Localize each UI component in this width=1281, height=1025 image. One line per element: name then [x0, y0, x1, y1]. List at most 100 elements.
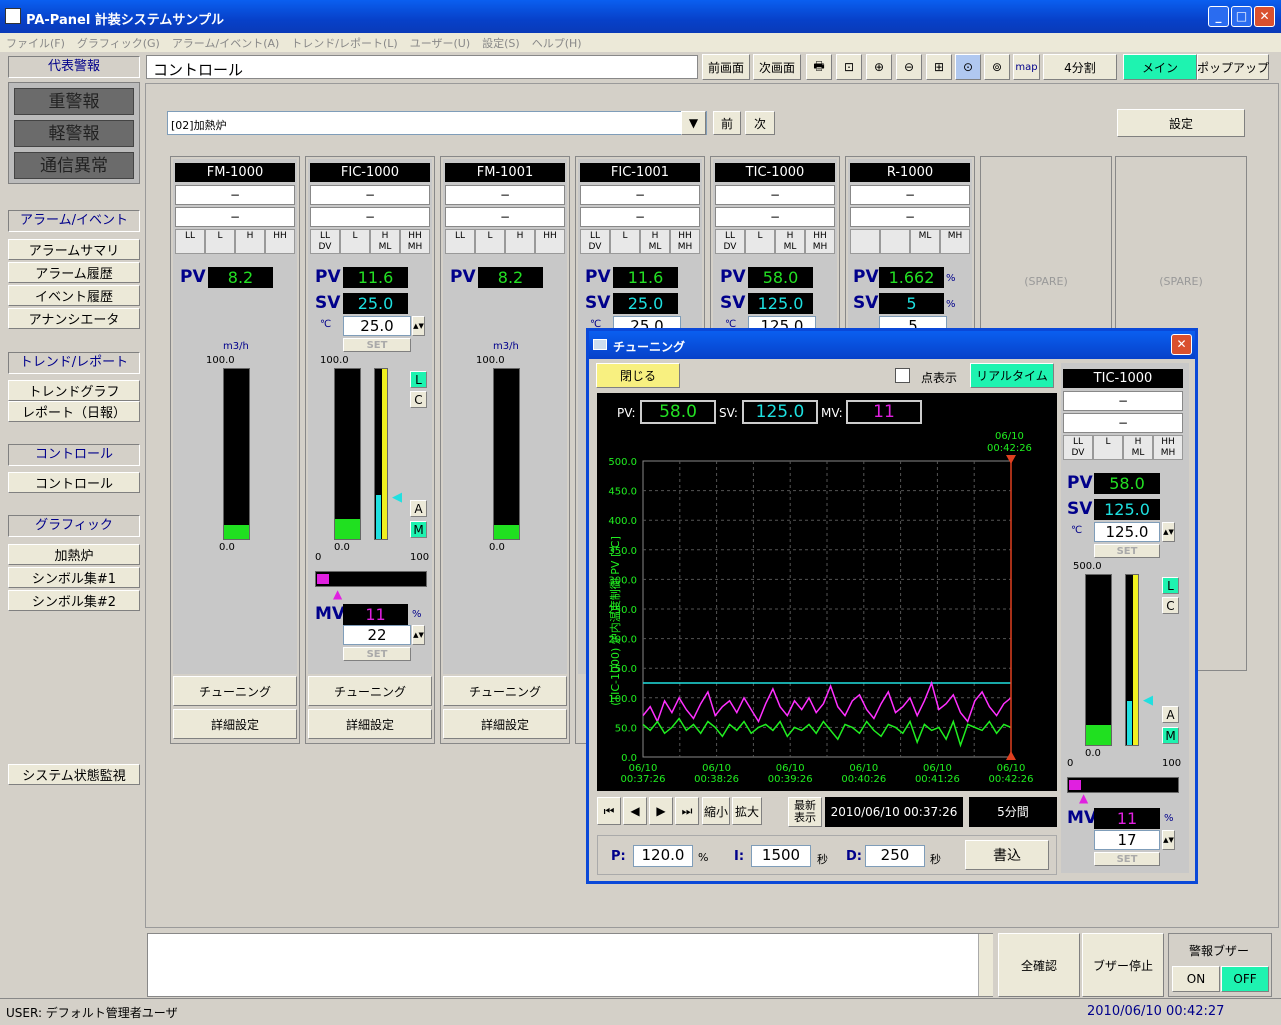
d-input[interactable]: 250 — [865, 845, 925, 867]
symbol1-button[interactable]: シンボル集#1 — [8, 567, 140, 588]
mv-spinner[interactable]: ▲▼ — [1162, 830, 1175, 850]
furnace-button[interactable]: 加熱炉 — [8, 544, 140, 565]
zoom-area-icon[interactable]: ⊡ — [836, 54, 862, 80]
map-button[interactable]: map — [1013, 54, 1040, 80]
sv-input[interactable]: 125.0 — [1094, 522, 1160, 542]
point-display-checkbox[interactable] — [895, 368, 910, 383]
maximize-button[interactable]: □ — [1231, 6, 1252, 27]
expand-button[interactable]: 拡大 — [732, 797, 762, 825]
sv-input[interactable]: 25.0 — [343, 316, 411, 336]
prev-screen-button[interactable]: 前画面 — [702, 54, 750, 80]
report-button[interactable]: レポート（日報） — [8, 401, 140, 422]
step-back-icon[interactable]: ◀ — [623, 797, 647, 825]
mv-input[interactable]: 22 — [343, 625, 411, 645]
message-area[interactable] — [147, 933, 993, 997]
menu-user[interactable]: ユーザー(U) — [404, 33, 476, 53]
alarm-history-button[interactable]: アラーム履歴 — [8, 262, 140, 283]
cascade-button[interactable]: C — [410, 391, 427, 408]
buzzer-off-button[interactable]: OFF — [1221, 966, 1269, 992]
realtime-button[interactable]: リアルタイム — [970, 363, 1054, 388]
dialog-close-icon[interactable]: ✕ — [1171, 334, 1192, 355]
first-icon[interactable]: ⏮ — [597, 797, 621, 825]
close-button[interactable]: ✕ — [1254, 6, 1275, 27]
detail-button[interactable]: 詳細設定 — [443, 709, 567, 739]
event-history-button[interactable]: イベント履歴 — [8, 285, 140, 306]
trend-chart[interactable]: PV: 58.0 SV: 125.0 MV: 11 06/10 00:42:26… — [597, 393, 1057, 791]
mv-spinner[interactable]: ▲▼ — [412, 625, 425, 645]
chevron-down-icon[interactable]: ▼ — [681, 111, 706, 135]
buzzer-stop-button[interactable]: ブザー停止 — [1082, 933, 1164, 997]
minimize-button[interactable]: _ — [1208, 6, 1229, 27]
zoom-100-icon[interactable]: ⊙ — [955, 54, 981, 80]
detail-button[interactable]: 詳細設定 — [173, 709, 297, 739]
menu-graphic[interactable]: グラフィック(G) — [71, 33, 166, 53]
tuning-button[interactable]: チューニング — [173, 676, 297, 706]
buzzer-on-button[interactable]: ON — [1172, 966, 1220, 992]
scale-max: 100.0 — [476, 355, 505, 366]
mv-set-button[interactable]: SET — [1094, 852, 1160, 866]
mv-set-button[interactable]: SET — [343, 647, 411, 661]
prev-plant-button[interactable]: 前 — [713, 111, 741, 135]
print-icon[interactable]: 🖶 — [806, 54, 832, 80]
mv-bar[interactable] — [315, 571, 427, 587]
manual-button[interactable]: M — [1162, 727, 1179, 744]
settings-button[interactable]: 設定 — [1117, 109, 1245, 137]
x-tick-label: 06/10 — [997, 763, 1026, 774]
sv-spinner[interactable]: ▲▼ — [1162, 522, 1175, 542]
sv-pointer-icon: ◀ — [392, 490, 402, 505]
mv-input[interactable]: 17 — [1094, 830, 1160, 850]
i-input[interactable]: 1500 — [751, 845, 811, 867]
detail-button[interactable]: 詳細設定 — [308, 709, 432, 739]
desc-line: − — [850, 207, 970, 227]
step-forward-icon[interactable]: ▶ — [649, 797, 673, 825]
scale-min: 0.0 — [1085, 748, 1101, 759]
local-button[interactable]: L — [410, 371, 427, 388]
next-plant-button[interactable]: 次 — [745, 111, 775, 135]
alarm-summary-button[interactable]: アラームサマリ — [8, 239, 140, 260]
close-dialog-button[interactable]: 閉じる — [596, 363, 680, 388]
sv-spinner[interactable]: ▲▼ — [412, 316, 425, 336]
plant-select[interactable]: [02]加熱炉 — [167, 111, 707, 135]
local-button[interactable]: L — [1162, 577, 1179, 594]
next-screen-button[interactable]: 次画面 — [753, 54, 801, 80]
status-bar: USER: デフォルト管理者ユーザ 2010/06/10 00:42:27 — [0, 998, 1281, 1025]
popup-button[interactable]: ポップアップ — [1197, 54, 1269, 80]
tuning-button[interactable]: チューニング — [443, 676, 567, 706]
zoom-page-icon[interactable]: ⊚ — [984, 54, 1010, 80]
p-input[interactable]: 120.0 — [633, 845, 693, 867]
faceplate-fic1000: FIC-1000 − − LL DV L H ML HH MH PV 11.6 SV … — [305, 156, 435, 744]
pv-bar — [223, 368, 250, 540]
menu-file[interactable]: ファイル(F) — [0, 33, 71, 53]
control-button[interactable]: コントロール — [8, 472, 140, 493]
zoom-out-icon[interactable]: ⊖ — [896, 54, 922, 80]
menu-help[interactable]: ヘルプ(H) — [526, 33, 588, 53]
sv-set-button[interactable]: SET — [1094, 544, 1160, 558]
mv-value: 11 — [343, 604, 408, 625]
message-scrollbar[interactable] — [978, 934, 993, 996]
cascade-button[interactable]: C — [1162, 597, 1179, 614]
trend-graph-button[interactable]: トレンドグラフ — [8, 380, 140, 401]
write-button[interactable]: 書込 — [965, 840, 1049, 870]
manual-button[interactable]: M — [410, 521, 427, 538]
tuning-button[interactable]: チューニング — [308, 676, 432, 706]
span-display[interactable]: 5分間 — [969, 797, 1057, 827]
auto-button[interactable]: A — [410, 500, 427, 517]
menu-trend[interactable]: トレンド/レポート(L) — [285, 33, 403, 53]
symbol2-button[interactable]: シンボル集#2 — [8, 590, 140, 611]
split-button[interactable]: 4分割 — [1043, 54, 1117, 80]
shrink-button[interactable]: 縮小 — [702, 797, 730, 825]
zoom-in-icon[interactable]: ⊕ — [866, 54, 892, 80]
sv-set-button[interactable]: SET — [343, 338, 411, 352]
zoom-fit-icon[interactable]: ⊞ — [926, 54, 952, 80]
system-monitor-button[interactable]: システム状態監視 — [8, 764, 140, 785]
desc-line: − — [1063, 413, 1183, 433]
latest-button[interactable]: 最新 表示 — [788, 797, 822, 827]
annunciator-button[interactable]: アナンシエータ — [8, 308, 140, 329]
last-icon[interactable]: ⏭ — [675, 797, 699, 825]
pv-bar — [334, 368, 361, 540]
auto-button[interactable]: A — [1162, 706, 1179, 723]
menu-alarm[interactable]: アラーム/イベント(A) — [166, 33, 285, 53]
menu-settings[interactable]: 設定(S) — [476, 33, 526, 53]
ack-all-button[interactable]: 全確認 — [998, 933, 1080, 997]
main-button[interactable]: メイン — [1123, 54, 1197, 80]
